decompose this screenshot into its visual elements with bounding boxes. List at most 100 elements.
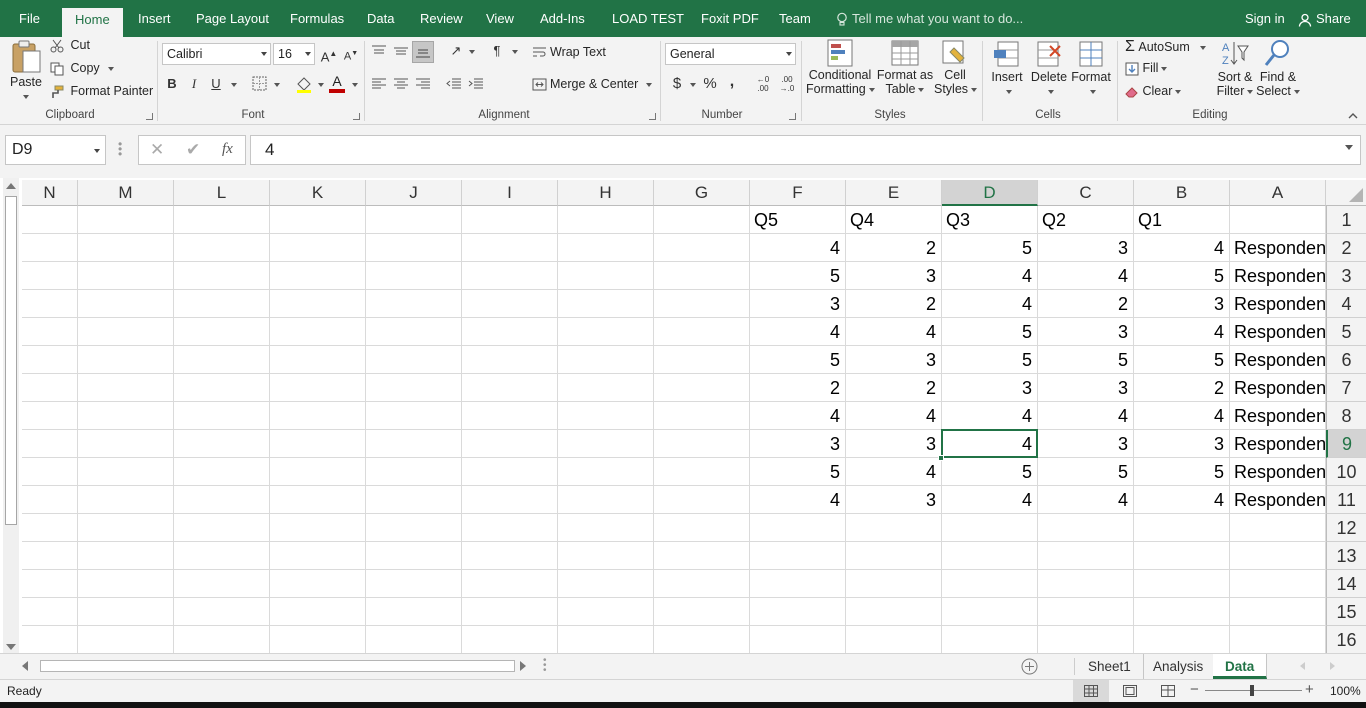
column-header-l[interactable]: L (174, 180, 270, 206)
column-header-c[interactable]: C (1038, 180, 1134, 206)
sheet-tab-data[interactable]: Data (1213, 654, 1268, 679)
cell-a15[interactable] (1230, 598, 1326, 626)
bold-button[interactable]: B (162, 74, 182, 94)
cell-k13[interactable] (270, 542, 366, 570)
prev-sheet-icon[interactable] (1300, 662, 1305, 670)
cell-n6[interactable] (22, 346, 78, 374)
direction-dropdown-icon[interactable] (512, 50, 518, 54)
cell-m2[interactable] (78, 234, 174, 262)
row-header-5[interactable]: 5 (1326, 318, 1366, 346)
cell-m13[interactable] (78, 542, 174, 570)
cell-f5[interactable]: 4 (750, 318, 846, 346)
paste-dropdown-icon[interactable] (23, 95, 29, 99)
cell-h8[interactable] (558, 402, 654, 430)
cell-i6[interactable] (462, 346, 558, 374)
italic-button[interactable]: I (184, 74, 204, 94)
tab-load-test[interactable]: LOAD TEST (612, 0, 684, 37)
formula-input[interactable]: 4 (250, 135, 1361, 165)
cut-button[interactable]: Cut (50, 38, 90, 53)
cell-i5[interactable] (462, 318, 558, 346)
find-select-button[interactable]: Find & Select (1256, 37, 1300, 107)
cell-c2[interactable]: 3 (1038, 234, 1134, 262)
cell-f14[interactable] (750, 570, 846, 598)
cell-l8[interactable] (174, 402, 270, 430)
cell-g15[interactable] (654, 598, 750, 626)
cell-l2[interactable] (174, 234, 270, 262)
column-header-b[interactable]: B (1134, 180, 1230, 206)
format-painter-button[interactable]: Format Painter (50, 84, 153, 99)
fill-button[interactable]: Fill (1125, 61, 1168, 76)
cell-a6[interactable]: Responden (1230, 346, 1326, 374)
cell-j6[interactable] (366, 346, 462, 374)
decrease-font-icon[interactable]: A▼ (341, 44, 361, 64)
cell-j2[interactable] (366, 234, 462, 262)
cell-k5[interactable] (270, 318, 366, 346)
cell-n10[interactable] (22, 458, 78, 486)
cell-g5[interactable] (654, 318, 750, 346)
tab-add-ins[interactable]: Add-Ins (540, 0, 585, 37)
cell-g7[interactable] (654, 374, 750, 402)
cell-l13[interactable] (174, 542, 270, 570)
cell-e11[interactable]: 3 (846, 486, 942, 514)
cell-k9[interactable] (270, 430, 366, 458)
increase-indent-icon[interactable] (468, 77, 484, 91)
cell-b14[interactable] (1134, 570, 1230, 598)
cell-d15[interactable] (942, 598, 1038, 626)
cell-b10[interactable]: 5 (1134, 458, 1230, 486)
fill-color-dropdown-icon[interactable] (318, 83, 324, 87)
cell-a8[interactable]: Responden (1230, 402, 1326, 430)
cell-i9[interactable] (462, 430, 558, 458)
cell-h5[interactable] (558, 318, 654, 346)
cell-b4[interactable]: 3 (1134, 290, 1230, 318)
cell-d7[interactable]: 3 (942, 374, 1038, 402)
cell-a2[interactable]: Responden (1230, 234, 1326, 262)
scroll-thumb[interactable] (5, 196, 17, 525)
cell-n4[interactable] (22, 290, 78, 318)
align-bottom-button[interactable] (412, 41, 434, 63)
sheet-tab-sheet1[interactable]: Sheet1 (1076, 654, 1144, 679)
cell-l1[interactable] (174, 206, 270, 234)
cell-b12[interactable] (1134, 514, 1230, 542)
cell-styles-button[interactable]: Cell Styles (934, 37, 978, 107)
cell-h4[interactable] (558, 290, 654, 318)
cell-b15[interactable] (1134, 598, 1230, 626)
cell-n2[interactable] (22, 234, 78, 262)
cell-m14[interactable] (78, 570, 174, 598)
cell-j12[interactable] (366, 514, 462, 542)
number-format-combo[interactable]: General (665, 43, 796, 65)
cell-l9[interactable] (174, 430, 270, 458)
comma-style-icon[interactable]: , (722, 72, 742, 92)
cell-e3[interactable]: 3 (846, 262, 942, 290)
cell-f3[interactable]: 5 (750, 262, 846, 290)
copy-button[interactable]: Copy (50, 61, 114, 76)
cell-c3[interactable]: 4 (1038, 262, 1134, 290)
font-color-button[interactable]: A (328, 73, 346, 95)
cell-d16[interactable] (942, 626, 1038, 653)
cell-k8[interactable] (270, 402, 366, 430)
cell-f1[interactable]: Q5 (750, 206, 846, 234)
cell-a4[interactable]: Responden (1230, 290, 1326, 318)
cell-c8[interactable]: 4 (1038, 402, 1134, 430)
borders-dropdown-icon[interactable] (274, 83, 280, 87)
row-header-6[interactable]: 6 (1326, 346, 1366, 374)
scroll-right-icon[interactable] (520, 661, 526, 671)
cell-a5[interactable]: Responden (1230, 318, 1326, 346)
merge-dropdown-icon[interactable] (646, 82, 653, 87)
align-right-icon[interactable] (415, 77, 431, 91)
cell-a13[interactable] (1230, 542, 1326, 570)
column-header-k[interactable]: K (270, 180, 366, 206)
cell-h11[interactable] (558, 486, 654, 514)
cell-j14[interactable] (366, 570, 462, 598)
cell-d5[interactable]: 5 (942, 318, 1038, 346)
cell-c14[interactable] (1038, 570, 1134, 598)
cell-i12[interactable] (462, 514, 558, 542)
cell-i3[interactable] (462, 262, 558, 290)
cell-h14[interactable] (558, 570, 654, 598)
cell-e4[interactable]: 2 (846, 290, 942, 318)
fill-color-icon[interactable] (295, 75, 313, 93)
cell-b5[interactable]: 4 (1134, 318, 1230, 346)
select-all-corner[interactable] (1326, 180, 1366, 206)
tell-me-search[interactable]: Tell me what you want to do... (836, 0, 1023, 37)
cell-f12[interactable] (750, 514, 846, 542)
cell-a3[interactable]: Responden (1230, 262, 1326, 290)
